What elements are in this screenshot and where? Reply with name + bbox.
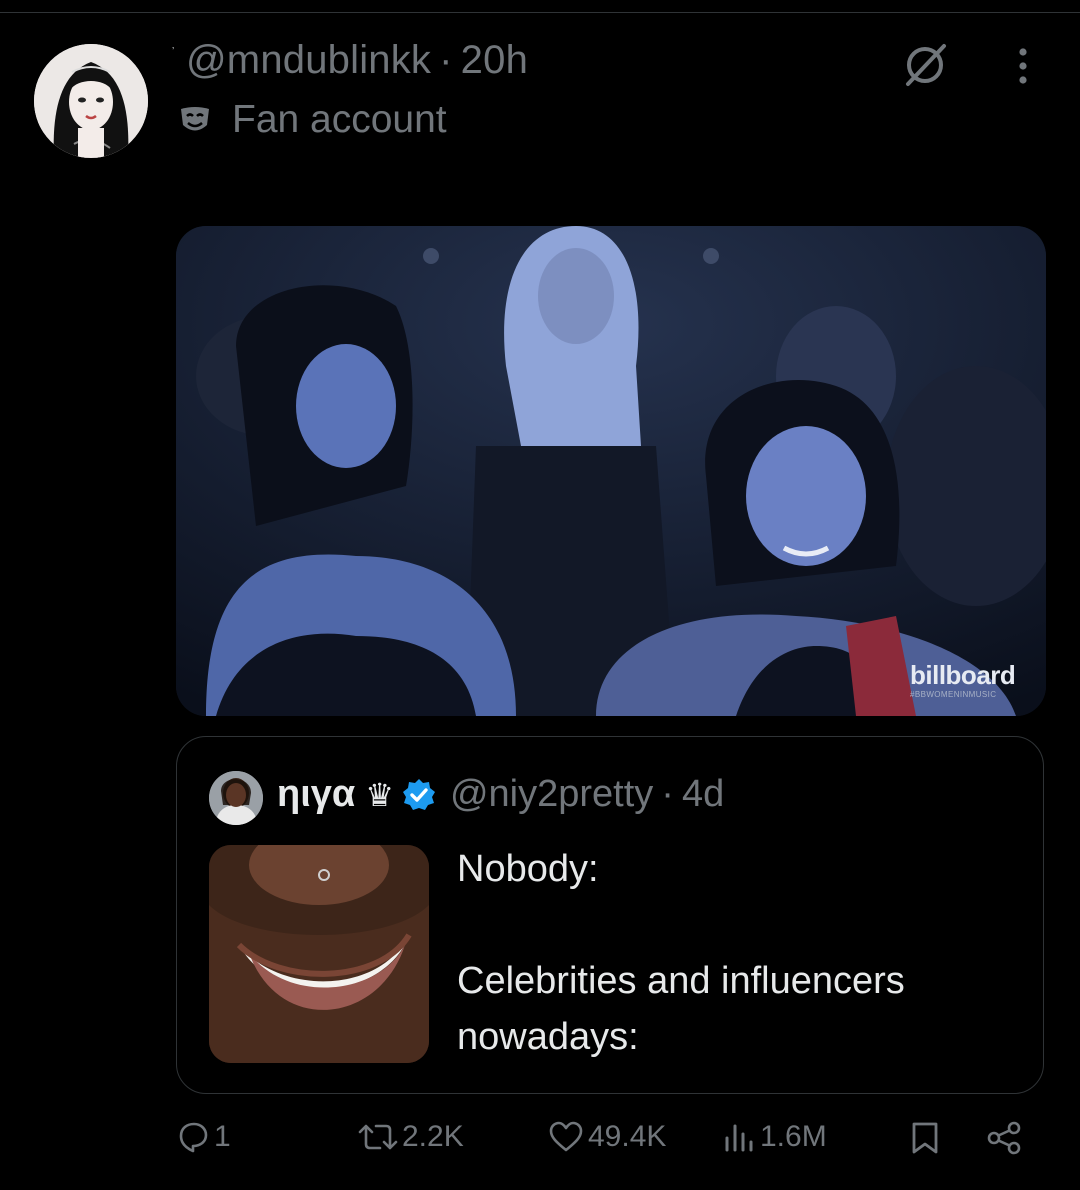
heart-icon [549, 1121, 583, 1152]
share-icon [987, 1121, 1021, 1155]
reply-button[interactable]: 1 [176, 1120, 231, 1154]
repost-icon [358, 1124, 398, 1150]
quoted-media[interactable] [209, 845, 429, 1063]
fan-mask-icon [178, 103, 212, 137]
quoted-header: ηιγα ♛ @niy2pretty · 4d [277, 773, 724, 816]
media-watermark-sub: #BBWOMENINMUSIC [910, 690, 997, 699]
smile-photo [209, 845, 429, 1063]
post-media[interactable]: billboard #BBWOMENINMUSIC [176, 226, 1046, 716]
account-label: Fan account [178, 98, 447, 142]
media-watermark: billboard [910, 660, 1016, 690]
repost-count: 2.2K [402, 1120, 464, 1153]
avatar-illustration [34, 44, 148, 158]
like-button[interactable]: 49.4K [548, 1120, 666, 1154]
view-count: 1.6M [760, 1120, 827, 1153]
share-button[interactable] [986, 1120, 1024, 1156]
post-header: @mndublinkk · 20h [186, 38, 528, 83]
quoted-post[interactable]: ηιγα ♛ @niy2pretty · 4d Nobody: Celebrit… [176, 736, 1044, 1094]
repost-button[interactable]: 2.2K [358, 1120, 464, 1154]
quoted-author-avatar[interactable] [209, 771, 263, 825]
action-bar: 1 2.2K 49.4K 1.6M [0, 1120, 1080, 1180]
quoted-avatar-photo [209, 771, 263, 825]
top-divider [0, 12, 1080, 13]
quoted-display-name[interactable]: ηιγα [277, 773, 355, 816]
post-time[interactable]: 20h [461, 38, 528, 82]
bookmark-button[interactable] [908, 1120, 942, 1156]
views-button[interactable]: 1.6M [722, 1120, 827, 1154]
quoted-handle[interactable]: @niy2pretty [450, 773, 653, 816]
thread-tick: ’ [172, 46, 175, 57]
quoted-time[interactable]: 4d [682, 773, 724, 816]
author-avatar[interactable] [34, 44, 148, 158]
reply-icon [179, 1122, 208, 1153]
grok-icon[interactable] [900, 40, 950, 90]
verified-badge-icon [402, 778, 436, 812]
header-separator: · [439, 38, 453, 82]
account-label-text: Fan account [232, 98, 447, 141]
crown-emoji: ♛ [365, 776, 394, 813]
author-handle[interactable]: @mndublinkk [186, 38, 431, 82]
bookmark-icon [912, 1122, 938, 1154]
reply-count: 1 [214, 1120, 231, 1153]
more-options-icon[interactable] [1008, 44, 1038, 88]
media-photo [176, 226, 1046, 716]
quoted-separator: · [661, 773, 674, 815]
quoted-text: Nobody: Celebrities and influencers nowa… [457, 848, 905, 1058]
views-icon [725, 1124, 753, 1152]
like-count: 49.4K [588, 1120, 667, 1153]
